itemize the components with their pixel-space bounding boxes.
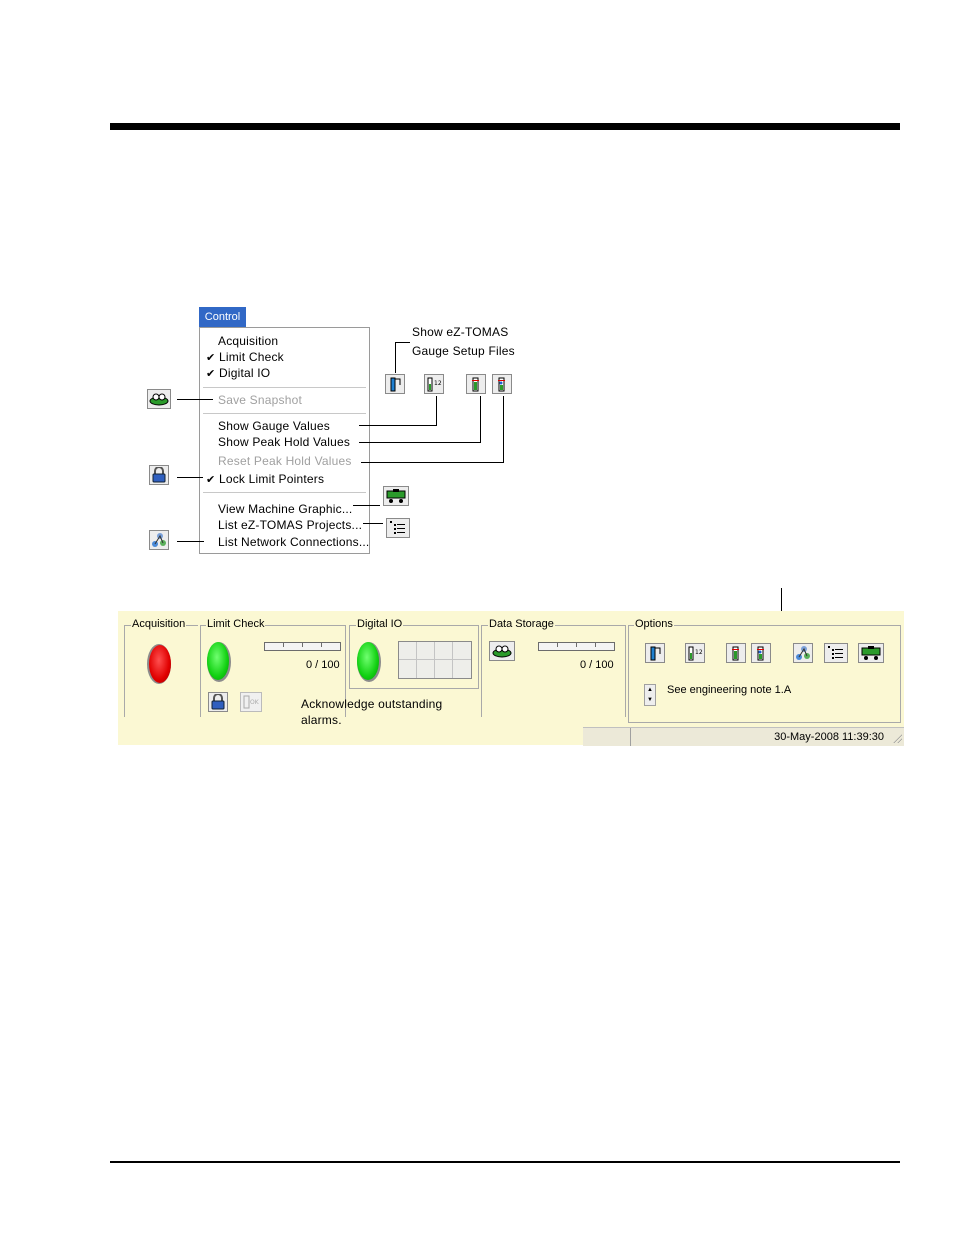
projects-list-icon[interactable] <box>824 643 848 663</box>
alarm-ack-icon[interactable]: OK <box>240 692 262 712</box>
network-icon[interactable] <box>149 530 169 550</box>
machine-graphic-icon[interactable] <box>383 486 409 506</box>
svg-text:12: 12 <box>434 380 442 387</box>
options-group <box>628 625 901 723</box>
callout-line <box>480 396 481 442</box>
callout-line <box>395 342 396 373</box>
menu-separator <box>203 492 366 493</box>
snapshot-icon[interactable] <box>489 641 515 661</box>
reset-peak-icon[interactable] <box>751 643 771 663</box>
svg-text:OK: OK <box>250 699 260 706</box>
callout-acknowledge-line1: Acknowledge outstanding <box>301 697 443 711</box>
check-icon: ✔ <box>206 474 216 486</box>
lock-icon[interactable] <box>208 692 228 712</box>
bar-tick <box>302 643 303 647</box>
resize-grip-icon[interactable] <box>892 733 902 743</box>
limit-check-count: 0 / 100 <box>306 659 340 671</box>
snapshot-icon[interactable] <box>147 389 171 409</box>
menu-item-show-gauge-values[interactable]: Show Gauge Values <box>204 418 369 434</box>
top-rule <box>110 123 900 130</box>
callout-line <box>359 425 437 426</box>
callout-line <box>177 399 213 400</box>
menu-item-reset-peak-hold[interactable]: Reset Peak Hold Values <box>204 453 369 469</box>
bar-tick <box>283 643 284 647</box>
acquisition-led[interactable] <box>149 645 171 683</box>
callout-line <box>436 396 437 425</box>
status-datetime: 30-May-2008 11:39:30 <box>630 728 904 746</box>
gauge-values-icon[interactable]: 12 <box>685 643 705 663</box>
lock-icon[interactable] <box>149 465 169 485</box>
bar-tick <box>321 643 322 647</box>
callout-gauge-setup-line2: Gauge Setup Files <box>412 344 515 358</box>
callout-line <box>395 342 410 343</box>
menu-item-view-machine-graphic[interactable]: View Machine Graphic... <box>204 501 369 517</box>
callout-gauge-setup-line1: Show eZ-TOMAS <box>412 325 509 339</box>
control-menu-title[interactable]: Control <box>199 307 246 327</box>
peak-hold-icon[interactable] <box>466 374 486 394</box>
engineering-note-text: See engineering note 1.A <box>667 684 792 696</box>
check-icon: ✔ <box>206 352 216 364</box>
status-bar: 30-May-2008 11:39:30 <box>583 727 904 746</box>
digital-io-group-label: Digital IO <box>356 618 404 630</box>
menu-separator <box>203 413 366 414</box>
callout-acknowledge-line2: alarms. <box>301 713 342 727</box>
callout-line <box>363 523 383 524</box>
callout-line <box>177 477 203 478</box>
limit-check-led[interactable] <box>207 642 229 680</box>
svg-text:12: 12 <box>695 649 703 656</box>
machine-graphic-icon[interactable] <box>858 643 884 663</box>
menu-item-save-snapshot[interactable]: Save Snapshot <box>218 392 302 408</box>
projects-list-icon[interactable] <box>386 518 410 538</box>
menu-item-digital-io[interactable]: ✔ Digital IO <box>204 365 369 381</box>
limit-check-group-label: Limit Check <box>206 618 266 630</box>
bar-tick <box>576 643 577 647</box>
digital-io-led[interactable] <box>357 642 379 680</box>
note-spinner[interactable]: ▲ ▼ <box>644 684 656 706</box>
callout-line <box>361 462 504 463</box>
menu-item-list-projects[interactable]: List eZ-TOMAS Projects... <box>204 517 369 533</box>
data-storage-group-label: Data Storage <box>488 618 555 630</box>
options-group-label: Options <box>634 618 674 630</box>
bar-tick <box>595 643 596 647</box>
callout-line <box>503 396 504 462</box>
bar-tick <box>557 643 558 647</box>
menu-item-list-network[interactable]: List Network Connections... <box>204 534 369 550</box>
callout-line <box>359 442 481 443</box>
callout-line <box>353 505 380 506</box>
gauge-setup-icon[interactable] <box>385 374 405 394</box>
menu-item-limit-check[interactable]: ✔ Limit Check <box>204 349 369 365</box>
callout-line <box>177 541 204 542</box>
gauge-setup-icon[interactable] <box>645 643 665 663</box>
control-menu: Acquisition ✔ Limit Check ✔ Digital IO S… <box>199 327 370 554</box>
check-icon: ✔ <box>206 368 216 380</box>
data-storage-count: 0 / 100 <box>580 659 614 671</box>
peak-hold-icon[interactable] <box>726 643 746 663</box>
menu-item-lock-limit-pointers[interactable]: ✔ Lock Limit Pointers <box>204 471 369 487</box>
network-icon[interactable] <box>793 643 813 663</box>
gauge-values-icon[interactable]: 12 <box>424 374 444 394</box>
menu-item-show-peak-hold[interactable]: Show Peak Hold Values <box>204 434 369 450</box>
digital-io-grid <box>398 641 472 679</box>
acquisition-group-label: Acquisition <box>131 618 187 630</box>
menu-item-acquisition[interactable]: Acquisition <box>204 333 369 349</box>
menu-separator <box>203 387 366 388</box>
data-storage-group <box>481 625 626 717</box>
reset-peak-icon[interactable] <box>492 374 512 394</box>
bottom-rule <box>110 1161 900 1163</box>
